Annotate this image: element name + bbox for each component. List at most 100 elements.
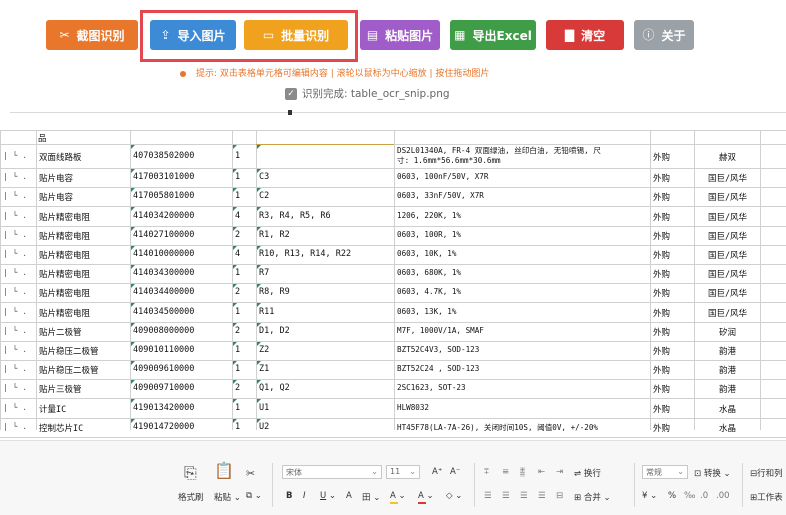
cell-source[interactable]: 外购 xyxy=(653,326,692,338)
copy-icon[interactable]: ⧉ ⌄ xyxy=(246,491,262,501)
cell-spec[interactable]: 0603, 100R, 1% xyxy=(397,230,648,242)
cell-code[interactable]: 414010000000 xyxy=(133,249,230,261)
cell-spec[interactable]: HLW8032 xyxy=(397,403,648,415)
cell-brand[interactable]: 赫双 xyxy=(697,151,758,163)
cell-ref[interactable]: Z1 xyxy=(259,364,392,376)
cell-name[interactable]: 贴片精密电阻 xyxy=(39,249,128,261)
cell-brand[interactable]: 国巨/风华 xyxy=(697,268,758,280)
cell-ref[interactable]: R7 xyxy=(259,268,392,280)
cell-ref[interactable]: U2 xyxy=(259,422,392,434)
cell-source[interactable]: 外购 xyxy=(653,345,692,357)
cell-brand[interactable]: 国巨/风华 xyxy=(697,249,758,261)
tree-marker[interactable]: | └ . xyxy=(3,191,34,203)
cell-brand[interactable]: 国巨/风华 xyxy=(697,287,758,299)
number-format-select[interactable]: 常规 ⌄ xyxy=(642,465,688,479)
clear-button[interactable]: ▇ 清空 xyxy=(546,20,624,50)
tree-marker[interactable]: | └ . xyxy=(3,211,34,223)
cell-code[interactable]: 414034300000 xyxy=(133,268,230,280)
cell-name[interactable]: 贴片二极管 xyxy=(39,326,128,338)
cell-code[interactable]: 409008000000 xyxy=(133,326,230,338)
cell-source[interactable]: 外购 xyxy=(653,268,692,280)
cell-source[interactable]: 外购 xyxy=(653,249,692,261)
cell-code[interactable]: 419014720000 xyxy=(133,422,230,434)
cell-source[interactable]: 外购 xyxy=(653,307,692,319)
tree-marker[interactable]: | └ . xyxy=(3,287,34,299)
cell-spec[interactable]: 1206, 220K, 1% xyxy=(397,211,648,223)
tree-marker[interactable]: | └ . xyxy=(3,268,34,280)
cell-source[interactable]: 外购 xyxy=(653,422,692,434)
cell-brand[interactable]: 国巨/风华 xyxy=(697,230,758,242)
cell-ref[interactable]: U1 xyxy=(259,403,392,415)
about-button[interactable]: ⓘ 关于 xyxy=(634,20,694,50)
tree-marker[interactable]: | └ . xyxy=(3,249,34,261)
grow-font-button[interactable]: A⁺ xyxy=(432,467,442,477)
cell-name[interactable]: 计量IC xyxy=(39,403,128,415)
cell-name[interactable]: 贴片精密电阻 xyxy=(39,268,128,280)
cell-qty[interactable]: 1 xyxy=(235,364,254,376)
cell-brand[interactable]: 国巨/风华 xyxy=(697,307,758,319)
paste-image-button[interactable]: ▤ 粘贴图片 xyxy=(360,20,440,50)
cell-qty[interactable]: 2 xyxy=(235,326,254,338)
cell-ref[interactable]: D1, D2 xyxy=(259,326,392,338)
cell-brand[interactable]: 水晶 xyxy=(697,422,758,434)
cell-brand[interactable]: 矽润 xyxy=(697,326,758,338)
cell-code[interactable]: 419013420000 xyxy=(133,403,230,415)
cell-brand[interactable]: 韵港 xyxy=(697,364,758,376)
tree-marker[interactable]: | └ . xyxy=(3,364,34,376)
percent-button[interactable]: % xyxy=(668,491,676,501)
cell-qty[interactable]: 1 xyxy=(235,151,254,163)
cell-ref[interactable]: R8, R9 xyxy=(259,287,392,299)
cell-source[interactable]: 外购 xyxy=(653,383,692,395)
indent-decrease-icon[interactable]: ⇤ xyxy=(538,467,545,477)
font-name-select[interactable]: 宋体 ⌄ xyxy=(282,465,382,479)
font-size-select[interactable]: 11 ⌄ xyxy=(386,465,420,479)
decrease-decimal-icon[interactable]: .00 xyxy=(716,491,730,501)
cell-brand[interactable]: 水晶 xyxy=(697,403,758,415)
cell-name[interactable]: 贴片精密电阻 xyxy=(39,287,128,299)
strikethrough-button[interactable]: A xyxy=(346,491,352,501)
cell-qty[interactable]: 4 xyxy=(235,249,254,261)
cell-code[interactable]: 417003101000 xyxy=(133,172,230,184)
cell-spec[interactable]: 0603, 4.7K, 1% xyxy=(397,287,648,299)
cell-qty[interactable]: 2 xyxy=(235,287,254,299)
underline-button[interactable]: U ⌄ xyxy=(320,491,336,501)
align-bottom-icon[interactable]: ⩲ xyxy=(520,467,525,477)
cell-spec[interactable]: M7F, 1000V/1A, SMAF xyxy=(397,326,648,338)
cell-qty[interactable]: 1 xyxy=(235,307,254,319)
cell-source[interactable]: 外购 xyxy=(653,151,692,163)
paste-label[interactable]: 粘贴 ⌄ xyxy=(214,491,241,503)
border-button[interactable]: 田 ⌄ xyxy=(362,491,380,503)
wrap-text-button[interactable]: ⇌ 换行 xyxy=(574,467,601,479)
tree-marker[interactable]: | └ . xyxy=(3,403,34,415)
screenshot-recognize-button[interactable]: ✂ 截图识别 xyxy=(46,20,138,50)
cell-code[interactable]: 414027100000 xyxy=(133,230,230,242)
cell-qty[interactable]: 4 xyxy=(235,211,254,223)
cell-source[interactable]: 外购 xyxy=(653,191,692,203)
cell-name[interactable]: 贴片电容 xyxy=(39,191,128,203)
paste-icon[interactable]: 📋 xyxy=(214,461,234,480)
cell-name[interactable]: 贴片稳压二极管 xyxy=(39,345,128,357)
cell-qty[interactable]: 1 xyxy=(235,191,254,203)
cell-brand[interactable]: 国巨/风华 xyxy=(697,191,758,203)
font-color-button[interactable]: A ⌄ xyxy=(418,491,434,501)
cell-name[interactable]: 贴片三极管 xyxy=(39,383,128,395)
cell-brand[interactable]: 韵港 xyxy=(697,345,758,357)
cell-brand[interactable]: 国巨/风华 xyxy=(697,211,758,223)
currency-button[interactable]: ¥ ⌄ xyxy=(642,491,657,501)
justify-icon[interactable]: ☰ xyxy=(538,491,546,501)
convert-button[interactable]: ⊡ 转换 ⌄ xyxy=(694,467,731,479)
rows-columns-button[interactable]: ⊟行和列 xyxy=(750,467,783,479)
cell-spec[interactable]: 0603, 13K, 1% xyxy=(397,307,648,319)
cell-source[interactable]: 外购 xyxy=(653,403,692,415)
cell-ref[interactable] xyxy=(259,151,392,163)
cell-spec[interactable]: BZT52C4V3, SOD-123 xyxy=(397,345,648,357)
cell-ref[interactable]: C3 xyxy=(259,172,392,184)
cell-name[interactable]: 贴片精密电阻 xyxy=(39,211,128,223)
align-left-icon[interactable]: ☰ xyxy=(484,491,492,501)
cell-name[interactable]: 控制芯片IC xyxy=(39,422,128,434)
tree-marker[interactable]: | └ . xyxy=(3,422,34,434)
tree-marker[interactable]: | └ . xyxy=(3,151,34,163)
italic-button[interactable]: I xyxy=(303,491,306,501)
cell-spec[interactable]: 0603, 10K, 1% xyxy=(397,249,648,261)
cell-ref[interactable]: R1, R2 xyxy=(259,230,392,242)
